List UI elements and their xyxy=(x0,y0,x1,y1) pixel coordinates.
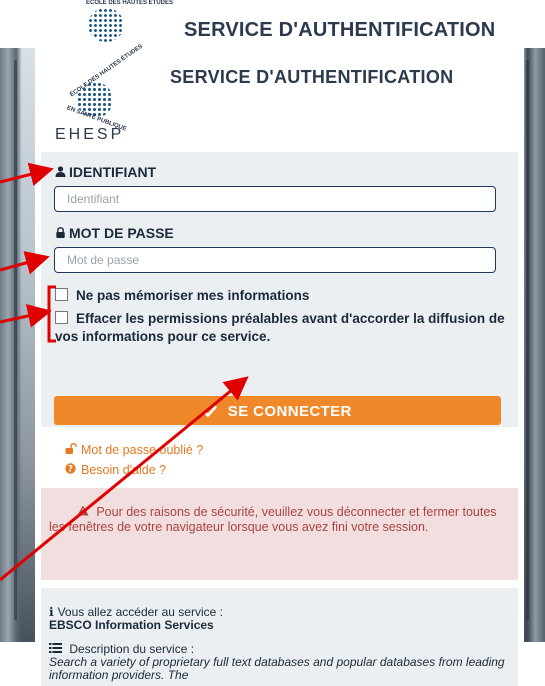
username-label-text: IDENTIFIANT xyxy=(69,164,157,180)
service-description-row: Description du service : xyxy=(49,643,510,656)
seal-top-text: ÉCOLE DES HAUTES ÉTUDES xyxy=(86,0,174,6)
ehesp-seal-logo: ÉCOLE DES HAUTES ÉTUDES EN SANTÉ PUBLIQU… xyxy=(47,44,144,134)
service-info: ℹ Vous allez accéder au service : EBSCO I… xyxy=(41,588,518,686)
page-title: SERVICE D'AUTHENTIFICATION xyxy=(170,67,454,87)
security-warning: Pour des raisons de sécurité, veuillez v… xyxy=(41,488,518,580)
username-label: IDENTIFIANT xyxy=(55,164,156,180)
top-header-strip: ÉCOLE DES HAUTES ÉTUDES SERVICE D'AUTHEN… xyxy=(0,0,545,48)
seal-logo-icon xyxy=(88,8,124,42)
remember-checkbox-row[interactable]: Ne pas mémoriser mes informations xyxy=(55,287,510,305)
service-description-label: Description du service : xyxy=(69,642,195,656)
info-icon: ℹ xyxy=(49,605,54,619)
connect-button[interactable]: SE CONNECTER xyxy=(54,396,501,425)
clear-permissions-checkbox-row[interactable]: Effacer les permissions préalables avant… xyxy=(55,310,510,346)
connect-button-label: SE CONNECTER xyxy=(227,403,352,420)
clear-permissions-label: Effacer les permissions préalables avant… xyxy=(55,311,505,344)
background-stripe xyxy=(526,60,529,620)
password-label: MOT DE PASSE xyxy=(55,225,174,241)
password-input[interactable] xyxy=(54,247,496,273)
service-description: Search a variety of proprietary full tex… xyxy=(49,655,505,682)
svg-text:?: ? xyxy=(68,465,73,474)
login-form: IDENTIFIANT MOT DE PASSE Ne pas mémorise… xyxy=(41,152,518,427)
user-icon xyxy=(55,166,69,180)
clear-permissions-checkbox[interactable] xyxy=(55,311,68,324)
service-intro: Vous allez accéder au service : xyxy=(57,605,223,619)
page-title-duplicate: SERVICE D'AUTHENTIFICATION xyxy=(184,19,496,41)
forgot-password-text: Mot de passe oublié ? xyxy=(81,443,204,457)
question-circle-icon: ? xyxy=(65,461,81,481)
unlock-icon xyxy=(65,441,81,461)
forgot-password-link[interactable]: Mot de passe oublié ? xyxy=(65,440,203,460)
lock-icon xyxy=(55,227,69,241)
service-name: EBSCO Information Services xyxy=(49,618,214,632)
password-label-text: MOT DE PASSE xyxy=(69,225,174,241)
username-input[interactable] xyxy=(54,186,496,212)
brand-name: EHESP xyxy=(55,126,125,143)
warning-icon xyxy=(77,505,92,519)
remember-checkbox[interactable] xyxy=(55,288,68,301)
help-link[interactable]: ? Besoin d'aide ? xyxy=(65,460,203,480)
help-text: Besoin d'aide ? xyxy=(81,463,167,477)
background-stripe xyxy=(14,60,17,620)
check-icon xyxy=(203,403,228,420)
brand-area: ÉCOLE DES HAUTES ÉTUDES EN SANTÉ PUBLIQU… xyxy=(35,44,524,148)
security-warning-text: Pour des raisons de sécurité, veuillez v… xyxy=(49,505,497,534)
remember-label: Ne pas mémoriser mes informations xyxy=(76,288,310,303)
list-icon xyxy=(49,642,69,656)
help-links: Mot de passe oublié ? ? Besoin d'aide ? xyxy=(65,440,203,480)
login-card: ÉCOLE DES HAUTES ÉTUDES EN SANTÉ PUBLIQU… xyxy=(35,44,524,686)
